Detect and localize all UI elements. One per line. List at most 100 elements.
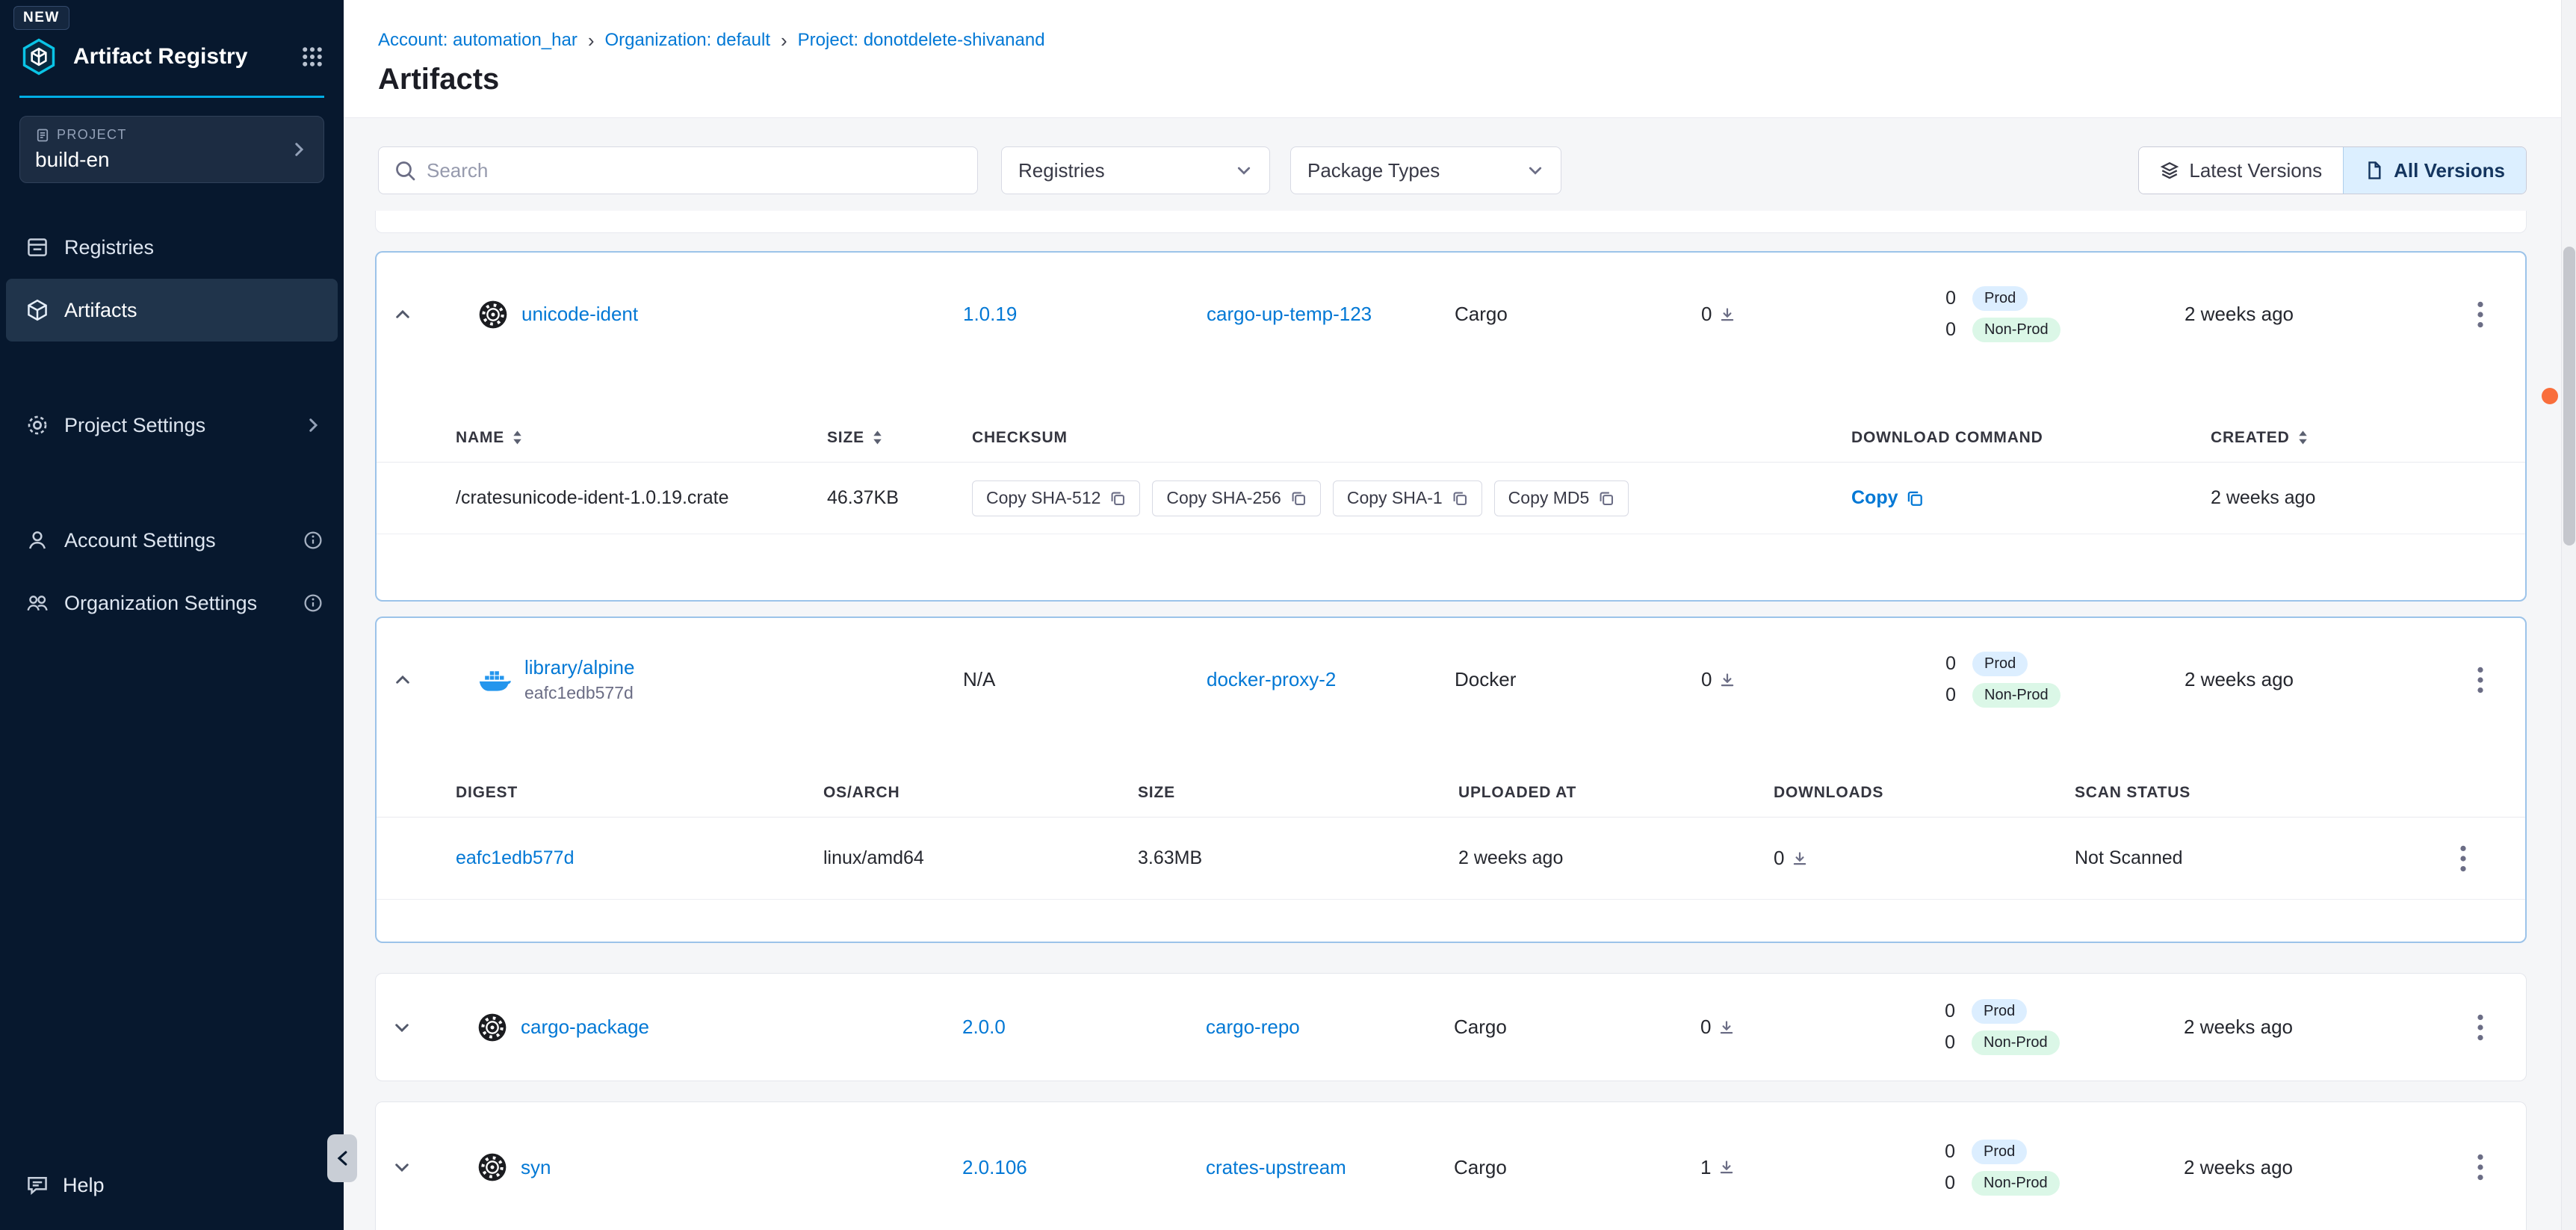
scrollbar-thumb[interactable] xyxy=(2563,247,2575,546)
project-name: build-en xyxy=(35,148,127,172)
sidebar-item-registries[interactable]: Registries xyxy=(6,216,338,279)
page-header: Account: automation_har › Organization: … xyxy=(344,0,2576,118)
scrollbar-track[interactable] xyxy=(2561,0,2576,1230)
artifact-registry-link[interactable]: docker-proxy-2 xyxy=(1207,668,1336,690)
kebab-menu-icon[interactable] xyxy=(2467,659,2494,701)
artifact-version-link[interactable]: 2.0.0 xyxy=(962,1016,1006,1038)
prod-badge: Prod xyxy=(1972,286,2028,311)
artifact-version-link[interactable]: 2.0.106 xyxy=(962,1156,1027,1178)
copy-sha512-button[interactable]: Copy SHA-512 xyxy=(972,480,1140,516)
digest-link[interactable]: eafc1edb577d xyxy=(456,847,574,868)
nonprod-badge: Non-Prod xyxy=(1972,1030,2060,1055)
app-title: Artifact Registry xyxy=(73,44,247,69)
files-subtable: NAME SIZE CHECKSUM DOWNLOAD COMMAND CR xyxy=(377,413,2525,600)
uploaded-at: 2 weeks ago xyxy=(1458,847,1774,869)
copy-icon xyxy=(1290,490,1307,507)
artifact-name-link[interactable]: library/alpine xyxy=(524,656,634,679)
sidebar-item-account-settings[interactable]: Account Settings xyxy=(6,509,338,572)
breadcrumb-organization-link[interactable]: Organization: default xyxy=(605,30,770,51)
organization-icon xyxy=(25,591,49,615)
breadcrumb-project-link[interactable]: Project: donotdelete-shivanand xyxy=(798,30,1045,51)
collapse-row-button[interactable] xyxy=(393,670,456,690)
digest-row: eafc1edb577d linux/amd64 3.63MB 2 weeks … xyxy=(377,818,2525,900)
search-input[interactable] xyxy=(427,159,962,182)
layers-icon xyxy=(2160,161,2179,180)
column-header-name[interactable]: NAME xyxy=(456,429,827,447)
all-versions-button[interactable]: All Versions xyxy=(2343,147,2526,194)
nonprod-count: 0 xyxy=(1944,319,1956,341)
sidebar-item-label: Account Settings xyxy=(64,529,216,552)
chevron-right-icon xyxy=(289,140,309,159)
download-command-copy-link[interactable]: Copy xyxy=(1851,487,2211,509)
chevron-down-icon xyxy=(1526,161,1544,179)
sidebar-item-project-settings[interactable]: Project Settings xyxy=(6,394,338,457)
download-icon xyxy=(1792,850,1808,867)
package-type: Docker xyxy=(1455,668,1701,691)
nonprod-count: 0 xyxy=(1943,1172,1955,1194)
artifacts-icon xyxy=(25,298,49,322)
collapse-row-button[interactable] xyxy=(393,305,456,324)
help-button[interactable]: Help xyxy=(0,1154,344,1217)
column-header-size[interactable]: SIZE xyxy=(827,429,972,447)
column-header-osarch: OS/ARCH xyxy=(823,784,1138,802)
module-grid-icon[interactable] xyxy=(300,45,324,69)
account-icon xyxy=(25,528,49,552)
artifact-name-link[interactable]: unicode-ident xyxy=(521,303,638,326)
chevron-right-icon xyxy=(303,415,323,435)
new-badge: NEW xyxy=(13,6,69,30)
docker-icon xyxy=(478,667,511,693)
sort-icon xyxy=(872,430,883,445)
prod-badge: Prod xyxy=(1972,652,2028,676)
artifact-card-library-alpine: library/alpine eafc1edb577d N/A docker-p… xyxy=(375,616,2527,943)
image-size: 3.63MB xyxy=(1138,847,1458,869)
search-box xyxy=(378,146,978,194)
chevron-down-icon xyxy=(392,1158,412,1177)
artifact-registry-link[interactable]: cargo-repo xyxy=(1206,1016,1300,1038)
column-header-size: SIZE xyxy=(1138,784,1458,802)
registries-icon xyxy=(25,235,49,259)
copy-icon xyxy=(1452,490,1468,507)
chevron-down-icon xyxy=(1235,161,1253,179)
kebab-menu-icon[interactable] xyxy=(2450,838,2477,880)
breadcrumb-account-link[interactable]: Account: automation_har xyxy=(378,30,578,51)
copy-sha1-button[interactable]: Copy SHA-1 xyxy=(1333,480,1482,516)
file-name: /cratesunicode-ident-1.0.19.crate xyxy=(456,487,827,509)
artifact-version: N/A xyxy=(963,668,1207,691)
artifact-card-cargo-package: cargo-package 2.0.0 cargo-repo Cargo 0 0… xyxy=(375,973,2527,1081)
artifact-name-link[interactable]: syn xyxy=(521,1156,551,1179)
collapse-arrow-icon xyxy=(336,1151,348,1166)
nonprod-count: 0 xyxy=(1944,684,1956,706)
nonprod-badge: Non-Prod xyxy=(1972,1171,2060,1196)
artifact-registry-link[interactable]: cargo-up-temp-123 xyxy=(1207,303,1372,325)
cargo-icon xyxy=(478,300,508,330)
expand-row-button[interactable] xyxy=(392,1158,455,1177)
artifact-version-link[interactable]: 1.0.19 xyxy=(963,303,1017,325)
expand-row-button[interactable] xyxy=(392,1018,455,1037)
sidebar-item-artifacts[interactable]: Artifacts xyxy=(6,279,338,342)
kebab-menu-icon[interactable] xyxy=(2467,1146,2494,1188)
package-types-filter-dropdown[interactable]: Package Types xyxy=(1290,146,1561,194)
sidebar-item-organization-settings[interactable]: Organization Settings xyxy=(6,572,338,634)
copy-md5-button[interactable]: Copy MD5 xyxy=(1494,480,1629,516)
kebab-menu-icon[interactable] xyxy=(2467,294,2494,336)
artifact-card-syn: syn 2.0.106 crates-upstream Cargo 1 0 Pr… xyxy=(375,1101,2527,1230)
kebab-menu-icon[interactable] xyxy=(2467,1007,2494,1048)
copy-sha256-button[interactable]: Copy SHA-256 xyxy=(1152,480,1320,516)
latest-versions-button[interactable]: Latest Versions xyxy=(2139,147,2343,194)
cargo-icon xyxy=(477,1013,507,1042)
prod-count: 0 xyxy=(1943,1141,1955,1163)
updated-at: 2 weeks ago xyxy=(2184,1156,2435,1179)
project-selector[interactable]: PROJECT build-en xyxy=(19,116,324,183)
chevron-down-icon xyxy=(392,1018,412,1037)
sidebar-collapse-handle[interactable] xyxy=(327,1134,357,1182)
download-icon xyxy=(1718,1159,1735,1175)
download-count: 0 xyxy=(1700,1016,1711,1039)
feedback-indicator-dot[interactable] xyxy=(2542,388,2558,404)
column-header-created[interactable]: CREATED xyxy=(2211,429,2525,447)
artifact-name-link[interactable]: cargo-package xyxy=(521,1016,649,1039)
download-icon xyxy=(1719,306,1736,323)
nonprod-badge: Non-Prod xyxy=(1972,318,2061,342)
registries-filter-dropdown[interactable]: Registries xyxy=(1001,146,1270,194)
prod-count: 0 xyxy=(1944,288,1956,309)
artifact-registry-link[interactable]: crates-upstream xyxy=(1206,1156,1346,1178)
